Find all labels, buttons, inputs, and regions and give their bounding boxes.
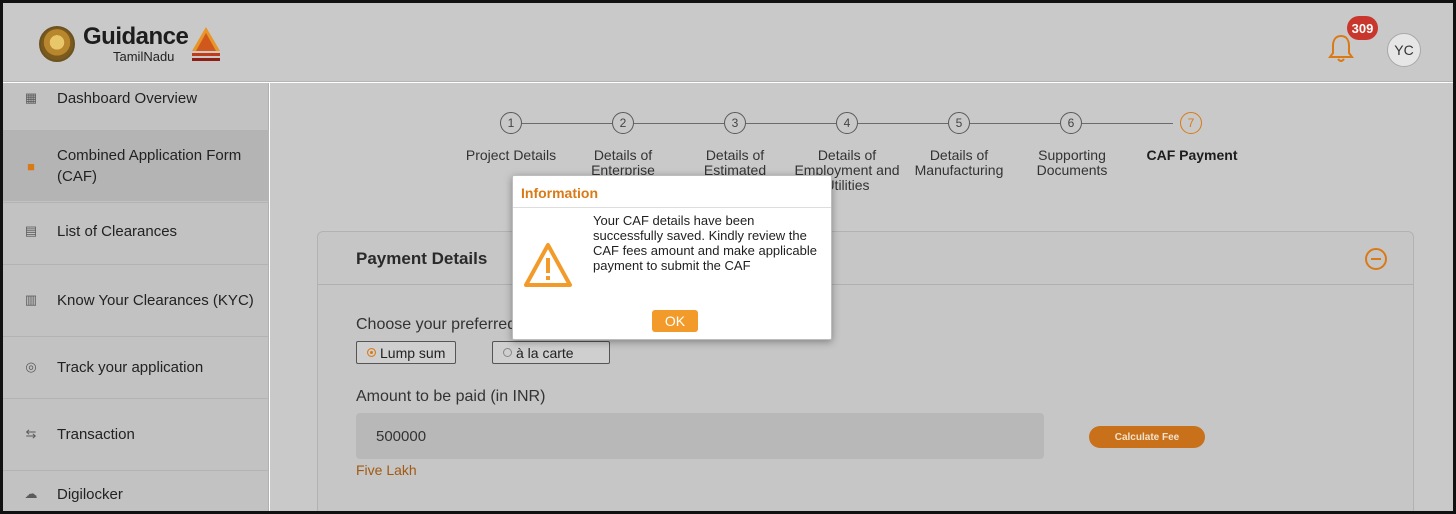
logo-text: Guidance [83, 23, 189, 50]
logo-stripes-icon [192, 27, 221, 61]
radio-selected-icon [367, 348, 376, 357]
step-3-label[interactable]: Details of Estimated [688, 148, 782, 178]
step-1-label[interactable]: Project Details [456, 148, 566, 163]
sidebar-item-label: Dashboard Overview [57, 90, 198, 107]
step-connector [857, 123, 949, 124]
collapse-minus-icon[interactable] [1365, 248, 1387, 270]
sidebar-item-dashboard[interactable]: ▦ Dashboard Overview [3, 83, 269, 129]
step-6-label[interactable]: Supporting Documents [1032, 148, 1112, 178]
option-lump-sum[interactable]: Lump sum [356, 341, 457, 364]
logo-subtext: TamilNadu [113, 49, 175, 64]
app-frame: Guidance TamilNadu 309 YC ▦ Dashboard Ov… [0, 0, 1456, 514]
ok-button[interactable]: OK [652, 310, 698, 332]
payment-card-header[interactable]: Payment Details [318, 232, 1413, 285]
payment-card: Payment Details Choose your preferred Fe… [317, 231, 1414, 511]
notification-bell-icon[interactable] [1328, 33, 1354, 63]
tn-emblem-icon [39, 26, 75, 62]
dialog-message: Your CAF details have been successfully … [593, 213, 818, 273]
step-connector [633, 123, 725, 124]
dashboard-icon: ▦ [24, 90, 38, 105]
step-connector [521, 123, 613, 124]
sidebar-item-label: List of Clearances [57, 223, 178, 240]
sidebar-item-track[interactable]: ◎ Track your application [3, 337, 269, 397]
step-connector [969, 123, 1061, 124]
step-1-circle[interactable]: 1 [500, 112, 522, 134]
step-connector [745, 123, 837, 124]
notification-badge[interactable]: 309 [1347, 16, 1378, 40]
calculate-fee-button[interactable]: Calculate Fee [1089, 426, 1205, 448]
step-7-label[interactable]: CAF Payment [1132, 148, 1252, 163]
sidebar-item-transaction[interactable]: ⇆ Transaction [3, 399, 269, 469]
sidebar-item-clearances[interactable]: ▤ List of Clearances [3, 203, 269, 263]
option-a-la-carte[interactable]: à la carte [492, 341, 610, 364]
book-icon: ▥ [24, 292, 38, 307]
sidebar-item-digilocker[interactable]: ☁ Digilocker [3, 471, 269, 511]
payment-title: Payment Details [356, 249, 488, 268]
warning-icon [524, 243, 572, 287]
step-5-label[interactable]: Details of Manufacturing [910, 148, 1008, 178]
sidebar-item-label: Transaction [57, 425, 135, 443]
top-header: Guidance TamilNadu 309 YC [3, 3, 1453, 82]
guidance-logo[interactable]: Guidance TamilNadu [39, 23, 221, 64]
step-7-circle[interactable]: 7 [1180, 112, 1202, 134]
sidebar-item-label: Track your application [57, 358, 204, 376]
location-icon: ◎ [25, 359, 37, 374]
amount-input[interactable]: 500000 [356, 413, 1044, 459]
step-connector [1081, 123, 1173, 124]
sidebar-item-label: Combined Application Form (CAF) [57, 147, 242, 185]
dialog-title: Information [513, 176, 831, 208]
step-2-label[interactable]: Details of Enterprise [574, 148, 672, 178]
step-3-circle[interactable]: 3 [724, 112, 746, 134]
user-avatar[interactable]: YC [1387, 33, 1421, 67]
sidebar: ▦ Dashboard Overview ■ Combined Applicat… [3, 83, 269, 511]
main-content: 1 2 3 4 5 6 7 Project Details Details of… [270, 83, 1453, 511]
list-icon: ▤ [24, 223, 38, 238]
radio-empty-icon [503, 348, 512, 357]
transaction-icon: ⇆ [25, 426, 37, 441]
cloud-icon: ☁ [24, 486, 38, 501]
sidebar-item-kyc[interactable]: ▥ Know Your Clearances (KYC) [3, 265, 269, 335]
sidebar-item-label: Digilocker [57, 485, 123, 503]
information-dialog: Information Your CAF details have been s… [512, 175, 832, 340]
amount-in-words: Five Lakh [356, 462, 417, 478]
step-5-circle[interactable]: 5 [948, 112, 970, 134]
step-6-circle[interactable]: 6 [1060, 112, 1082, 134]
sidebar-item-caf[interactable]: ■ Combined Application Form (CAF) [3, 131, 269, 201]
amount-label: Amount to be paid (in INR) [356, 388, 546, 405]
document-icon: ■ [27, 158, 35, 174]
step-4-circle[interactable]: 4 [836, 112, 858, 134]
step-2-circle[interactable]: 2 [612, 112, 634, 134]
sidebar-item-label: Know Your Clearances (KYC) [57, 291, 254, 309]
